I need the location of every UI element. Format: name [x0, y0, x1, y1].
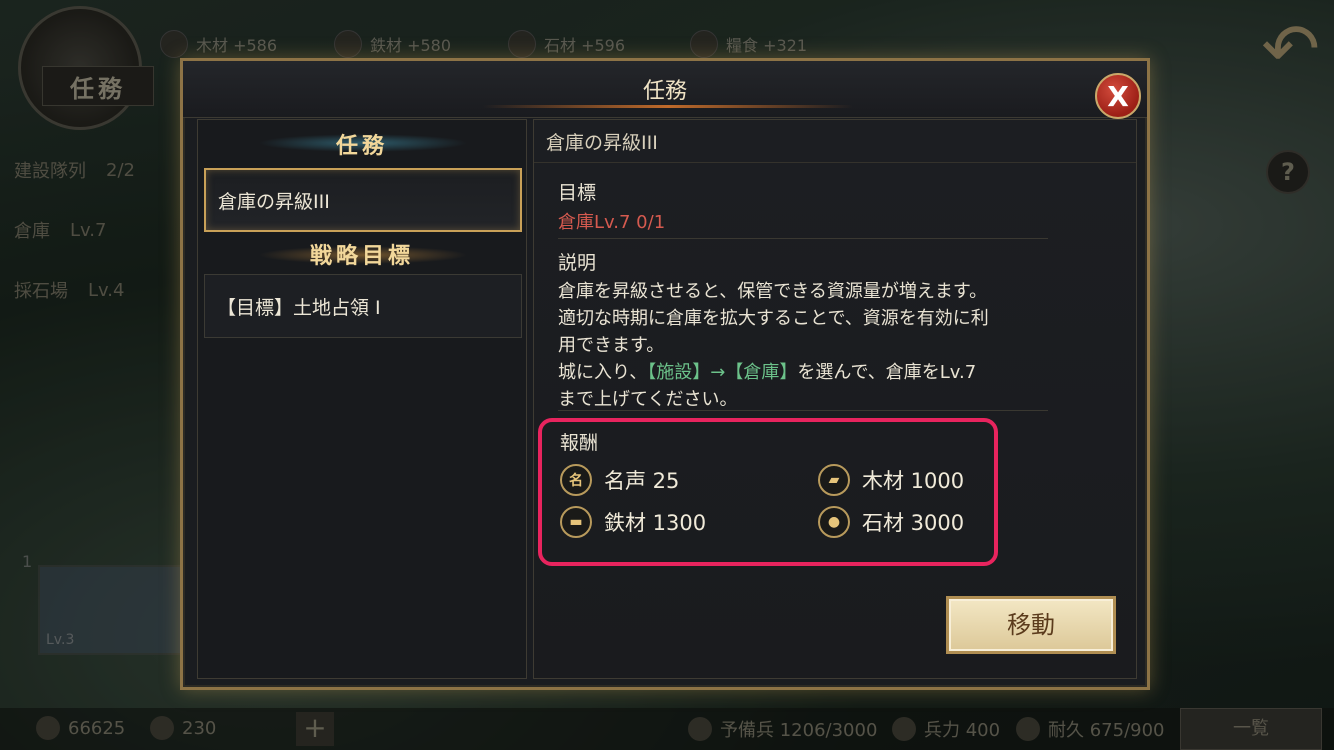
reward-fame: 名 名声 25 — [560, 464, 679, 496]
move-button[interactable]: 移動 — [946, 596, 1116, 654]
section-heading-tasks: 任務 — [335, 134, 388, 159]
description-label: 説明 — [558, 252, 597, 274]
reward-iron: ▬ 鉄材 1300 — [560, 506, 706, 538]
task-dialog: 任務 X 任務 倉庫の昇級III 戦略目標 【目標】土地占領 I 倉庫の昇級II… — [180, 58, 1150, 690]
dialog-header: 任務 — [183, 61, 1147, 118]
fame-icon: 名 — [560, 464, 592, 496]
quest-item-label: 【目標】土地占領 I — [217, 296, 381, 319]
dialog-title: 任務 — [642, 79, 687, 104]
objective-progress: 倉庫Lv.7 0/1 — [558, 212, 666, 233]
quest-item-label: 倉庫の昇級III — [218, 190, 330, 213]
facility-link-text: 【施設】→【倉庫】 — [647, 362, 798, 383]
reward-stone: ● 石材 3000 — [818, 506, 964, 538]
divider — [534, 162, 1136, 163]
divider — [558, 238, 1048, 239]
quest-title: 倉庫の昇級III — [546, 132, 658, 154]
rewards-label: 報酬 — [560, 432, 599, 454]
desc-line: 用できます。 — [558, 335, 665, 356]
quest-list-panel: 任務 倉庫の昇級III 戦略目標 【目標】土地占領 I — [197, 119, 527, 679]
objective-label: 目標 — [558, 182, 597, 204]
desc-line: 倉庫を昇級させると、保管できる資源量が増えます。 — [558, 281, 988, 302]
desc-line: 城に入り、【施設】→【倉庫】を選んで、倉庫をLv.7 — [558, 362, 977, 383]
desc-line: まで上げてください。 — [558, 389, 738, 410]
reward-wood: ▰ 木材 1000 — [818, 464, 964, 496]
section-heading-strategy: 戦略目標 — [309, 244, 414, 269]
title-glow — [483, 105, 853, 108]
wood-icon: ▰ — [818, 464, 850, 496]
quest-item-warehouse[interactable]: 倉庫の昇級III — [204, 168, 522, 232]
quest-detail-panel: 倉庫の昇級III 目標 倉庫Lv.7 0/1 説明 倉庫を昇級させると、保管でき… — [533, 119, 1137, 679]
close-button[interactable]: X — [1095, 73, 1141, 119]
description-text: 倉庫を昇級させると、保管できる資源量が増えます。 適切な時期に倉庫を拡大すること… — [558, 278, 1048, 413]
desc-line: 適切な時期に倉庫を拡大することで、資源を有効に利 — [558, 308, 989, 329]
quest-item-strategy[interactable]: 【目標】土地占領 I — [204, 274, 522, 338]
iron-icon: ▬ — [560, 506, 592, 538]
rewards-highlight-box: 報酬 名 名声 25 ▰ 木材 1000 ▬ 鉄材 1300 ● 石材 3000 — [538, 418, 998, 566]
divider — [558, 410, 1048, 411]
stone-icon: ● — [818, 506, 850, 538]
